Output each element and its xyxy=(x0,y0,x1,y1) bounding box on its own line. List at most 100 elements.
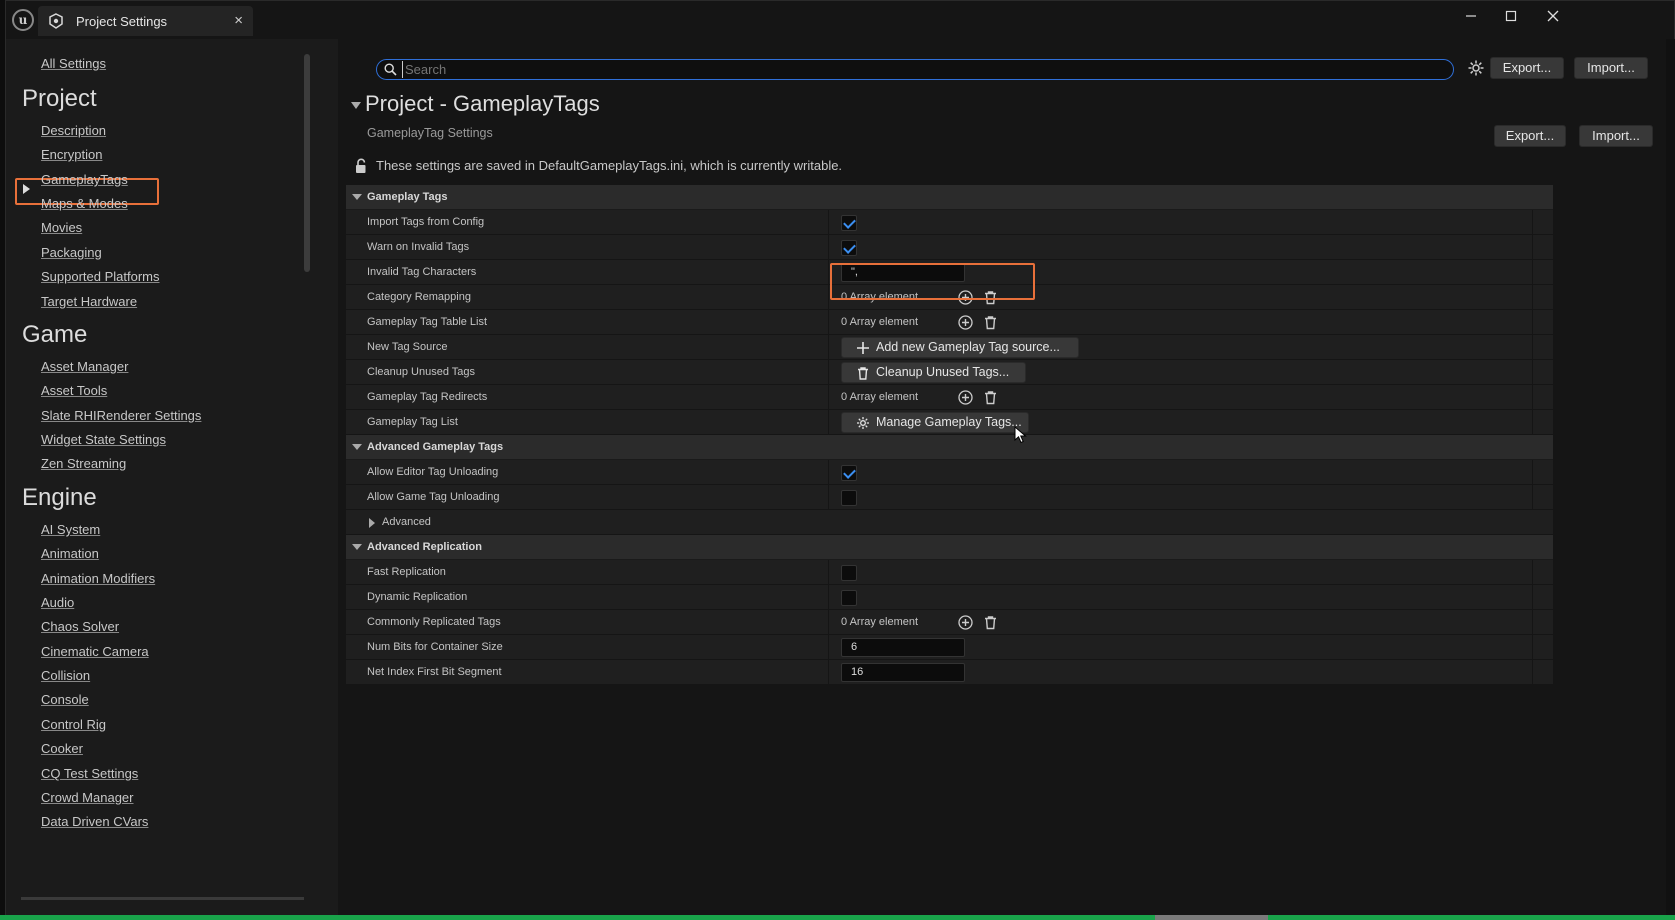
property-name: Warn on Invalid Tags xyxy=(367,241,470,253)
sidebar-item-chaos-solver[interactable]: Chaos Solver xyxy=(41,619,119,634)
property-name: Cleanup Unused Tags xyxy=(367,366,476,378)
trash-icon[interactable] xyxy=(982,389,999,406)
sidebar-item-slate-rhirenderer[interactable]: Slate RHIRenderer Settings xyxy=(41,408,201,423)
trash-icon xyxy=(858,367,868,380)
array-count: 0 Array element xyxy=(841,616,919,628)
property-row-import-tags: Import Tags from Config xyxy=(346,210,1553,235)
property-name: Dynamic Replication xyxy=(367,591,468,603)
sidebar-item-data-driven-cvars[interactable]: Data Driven CVars xyxy=(41,814,148,829)
invalid-chars-field[interactable]: ", xyxy=(841,263,965,282)
sidebar-item-crowd-manager[interactable]: Crowd Manager xyxy=(41,790,134,805)
category-advanced-replication[interactable]: Advanced Replication xyxy=(346,535,1553,560)
import-tags-checkbox[interactable] xyxy=(841,215,857,231)
minimize-icon[interactable] xyxy=(1456,6,1486,30)
sidebar-item-encryption[interactable]: Encryption xyxy=(41,147,102,162)
property-row-warn-invalid: Warn on Invalid Tags xyxy=(346,235,1553,260)
add-element-icon[interactable] xyxy=(957,389,974,406)
property-row-table-list: Gameplay Tag Table List 0 Array element xyxy=(346,310,1553,335)
cleanup-unused-tags-button[interactable]: Cleanup Unused Tags... xyxy=(841,362,1026,383)
manage-gameplay-tags-button[interactable]: Manage Gameplay Tags... xyxy=(841,412,1029,433)
mouse-cursor-icon xyxy=(1014,426,1027,444)
sidebar-item-widget-state[interactable]: Widget State Settings xyxy=(41,432,166,447)
maximize-icon[interactable] xyxy=(1496,6,1526,30)
sidebar-horizontal-scrollbar[interactable] xyxy=(21,897,304,900)
trash-icon[interactable] xyxy=(982,289,999,306)
search-input[interactable] xyxy=(402,61,1442,78)
array-count: 0 Array element xyxy=(841,291,919,303)
property-row-tag-list: Gameplay Tag List Manage Gameplay Tags..… xyxy=(346,410,1553,435)
sidebar-item-animation-modifiers[interactable]: Animation Modifiers xyxy=(41,571,155,586)
import-button[interactable]: Import... xyxy=(1574,57,1648,79)
sidebar-item-ai-system[interactable]: AI System xyxy=(41,522,100,537)
sidebar-item-control-rig[interactable]: Control Rig xyxy=(41,717,106,732)
search-icon xyxy=(384,63,397,76)
property-name: Import Tags from Config xyxy=(367,216,485,228)
editor-unload-checkbox[interactable] xyxy=(841,465,857,481)
sidebar-item-asset-manager[interactable]: Asset Manager xyxy=(41,359,128,374)
category-advanced-gameplay-tags[interactable]: Advanced Gameplay Tags xyxy=(346,435,1553,460)
trash-icon[interactable] xyxy=(982,314,999,331)
sidebar-item-description[interactable]: Description xyxy=(41,123,106,138)
property-row-common-tags: Commonly Replicated Tags 0 Array element xyxy=(346,610,1553,635)
property-row-advanced[interactable]: Advanced xyxy=(346,510,1553,535)
dynamic-replication-checkbox[interactable] xyxy=(841,590,857,606)
section-import-button[interactable]: Import... xyxy=(1579,125,1653,147)
sidebar-item-collision[interactable]: Collision xyxy=(41,668,90,683)
expand-arrow-icon[interactable] xyxy=(369,518,375,528)
gear-icon xyxy=(857,417,869,429)
expand-arrow-icon[interactable] xyxy=(23,184,30,194)
sidebar-item-cooker[interactable]: Cooker xyxy=(41,741,83,756)
add-element-icon[interactable] xyxy=(957,614,974,631)
sidebar-item-zen-streaming[interactable]: Zen Streaming xyxy=(41,456,126,471)
fast-replication-checkbox[interactable] xyxy=(841,565,857,581)
sidebar-item-asset-tools[interactable]: Asset Tools xyxy=(41,383,107,398)
panel-edge xyxy=(1666,39,1675,916)
property-name: Allow Editor Tag Unloading xyxy=(367,466,499,478)
property-name: Num Bits for Container Size xyxy=(367,641,503,653)
category-label: Gameplay Tags xyxy=(367,191,448,203)
sidebar-scrollbar[interactable] xyxy=(304,54,310,272)
sidebar-item-cinematic-camera[interactable]: Cinematic Camera xyxy=(41,644,149,659)
sidebar-item-console[interactable]: Console xyxy=(41,692,89,707)
num-bits-field[interactable]: 6 xyxy=(841,638,965,657)
tab-close-icon[interactable]: × xyxy=(234,12,243,29)
add-tag-source-button[interactable]: Add new Gameplay Tag source... xyxy=(841,337,1079,358)
sidebar-all-settings[interactable]: All Settings xyxy=(41,56,106,71)
sidebar-item-gameplaytags[interactable]: GameplayTags xyxy=(41,172,128,187)
search-box[interactable] xyxy=(376,59,1454,80)
section-export-button[interactable]: Export... xyxy=(1494,125,1566,147)
gear-icon[interactable] xyxy=(1467,59,1485,77)
game-unload-checkbox[interactable] xyxy=(841,490,857,506)
trash-icon[interactable] xyxy=(982,614,999,631)
sidebar-item-target-hardware[interactable]: Target Hardware xyxy=(41,294,137,309)
tab-title: Project Settings xyxy=(76,14,168,29)
sidebar-item-movies[interactable]: Movies xyxy=(41,220,82,235)
add-element-icon[interactable] xyxy=(957,314,974,331)
sidebar-item-audio[interactable]: Audio xyxy=(41,595,74,610)
project-settings-tab[interactable]: Project Settings × xyxy=(38,6,253,36)
plus-icon xyxy=(857,342,869,354)
section-title: Project - GameplayTags xyxy=(365,91,600,116)
collapse-arrow-icon xyxy=(352,194,362,200)
collapse-arrow-icon xyxy=(352,544,362,550)
add-element-icon[interactable] xyxy=(957,289,974,306)
window-close-icon[interactable] xyxy=(1538,6,1568,30)
property-row-dynamic-rep: Dynamic Replication xyxy=(346,585,1553,610)
title-bar: u Project Settings × xyxy=(6,1,1674,39)
export-button[interactable]: Export... xyxy=(1490,57,1564,79)
net-index-field[interactable]: 16 xyxy=(841,663,965,682)
settings-sidebar: All Settings Project Description Encrypt… xyxy=(6,39,338,916)
sidebar-item-packaging[interactable]: Packaging xyxy=(41,245,102,260)
property-name: Gameplay Tag List xyxy=(367,416,458,428)
project-settings-window: u Project Settings × All Settings Projec… xyxy=(5,0,1675,917)
sidebar-item-maps-modes[interactable]: Maps & Modes xyxy=(41,196,128,211)
sidebar-item-supported-platforms[interactable]: Supported Platforms xyxy=(41,269,160,284)
sidebar-item-animation[interactable]: Animation xyxy=(41,546,99,561)
property-name: Fast Replication xyxy=(367,566,446,578)
sidebar-item-cq-test-settings[interactable]: CQ Test Settings xyxy=(41,766,138,781)
category-gameplay-tags[interactable]: Gameplay Tags xyxy=(346,185,1553,210)
warn-invalid-checkbox[interactable] xyxy=(841,240,857,256)
property-row-num-bits: Num Bits for Container Size 6 xyxy=(346,635,1553,660)
collapse-arrow-icon[interactable] xyxy=(351,102,361,109)
property-name: Gameplay Tag Redirects xyxy=(367,391,488,403)
